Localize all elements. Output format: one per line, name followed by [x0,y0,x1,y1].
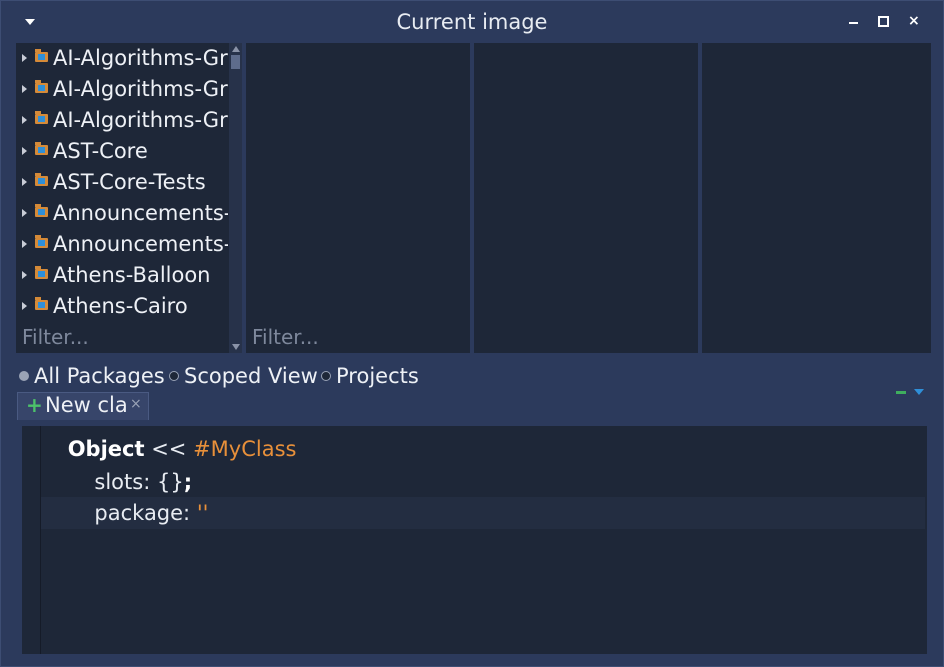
package-icon [35,266,48,279]
symbol-token: #MyClass [193,437,297,461]
scroll-thumb[interactable] [231,55,240,69]
package-label: AI-Algorithms-Gra [53,46,228,70]
package-label: AST-Core [53,139,148,163]
package-icon [35,173,48,186]
package-icon [35,49,48,62]
code-editor[interactable]: Object << #MyClass slots: {}; package: '… [22,426,927,654]
radio-unchecked-icon[interactable] [169,371,179,381]
package-icon [35,235,48,248]
code-line[interactable]: slots: {}; [41,466,925,498]
package-icon [35,297,48,310]
plus-icon: + [26,393,43,417]
expand-arrow-icon[interactable] [22,178,27,186]
expand-arrow-icon[interactable] [22,209,27,217]
expand-arrow-icon[interactable] [22,302,27,310]
expand-arrow-icon[interactable] [22,116,27,124]
keyword-token: package: [94,501,191,525]
package-label: Announcements-( [53,232,228,256]
radio-label[interactable]: All Packages [34,363,165,390]
line-gutter [22,426,41,654]
package-item[interactable]: AST-Core [16,136,228,167]
tab-new-class[interactable]: + New cla × [17,392,149,420]
expand-arrow-icon[interactable] [22,271,27,279]
operator-token: << [144,437,194,461]
collapse-icon[interactable] [896,391,906,394]
window-title: Current image [396,10,548,34]
package-item[interactable]: AI-Algorithms-Gra [16,105,228,136]
expand-arrow-icon[interactable] [22,240,27,248]
close-icon[interactable]: × [908,14,922,28]
title-bar[interactable]: Current image × [1,1,943,43]
string-token: '' [190,501,209,525]
package-label: AI-Algorithms-Gra [53,108,228,132]
tab-close-icon[interactable]: × [130,393,142,415]
package-item[interactable]: AI-Algorithms-Gra [16,74,228,105]
maximize-icon[interactable] [877,14,891,28]
package-icon [35,80,48,93]
package-item[interactable]: Announcements-( [16,229,228,260]
expand-arrow-icon[interactable] [22,85,27,93]
browser-window: Current image × AI-Algorithms-Gra AI-Alg… [0,0,944,667]
package-item[interactable]: Athens-Balloon [16,260,228,291]
package-label: AST-Core-Tests [53,170,206,194]
value-token: {} [150,470,184,494]
expand-arrow-icon[interactable] [22,54,27,62]
package-filter-input[interactable] [22,325,222,349]
protocol-pane[interactable] [474,43,698,353]
package-icon [35,142,48,155]
package-list: AI-Algorithms-Gra AI-Algorithms-Gra AI-A… [16,43,228,322]
tab-label: New cla [45,393,128,417]
cascade-token: ; [183,470,193,494]
radio-checked-icon[interactable] [19,371,29,381]
class-pane[interactable] [246,43,470,353]
package-item[interactable]: AST-Core-Tests [16,167,228,198]
dropdown-arrow-icon[interactable] [914,389,924,395]
package-icon [35,111,48,124]
tab-toolbar [894,387,928,399]
keyword-token: slots: [94,470,151,494]
method-pane[interactable] [702,43,931,353]
package-item[interactable]: AI-Algorithms-Gra [16,43,228,74]
package-item[interactable]: Announcements-( [16,198,228,229]
package-label: Athens-Cairo [53,294,188,318]
class-filter-input[interactable] [252,325,452,349]
package-label: Athens-Balloon [53,263,211,287]
expand-arrow-icon[interactable] [22,147,27,155]
code-line[interactable]: Object << #MyClass [41,433,925,465]
radio-label[interactable]: Scoped View [184,363,318,390]
radio-label[interactable]: Projects [336,363,419,390]
package-label: Announcements-( [53,201,228,225]
package-pane[interactable]: AI-Algorithms-Gra AI-Algorithms-Gra AI-A… [16,43,242,353]
code-line[interactable]: package: '' [41,497,925,529]
class-name-token: Object [67,437,145,461]
scroll-up-icon[interactable] [232,46,240,52]
package-scrollbar[interactable] [229,43,242,353]
scroll-down-icon[interactable] [232,344,240,350]
package-label: AI-Algorithms-Gra [53,77,228,101]
minimize-icon[interactable] [847,14,861,28]
radio-unchecked-icon[interactable] [321,371,331,381]
package-item[interactable]: Athens-Cairo [16,291,228,322]
package-icon [35,204,48,217]
